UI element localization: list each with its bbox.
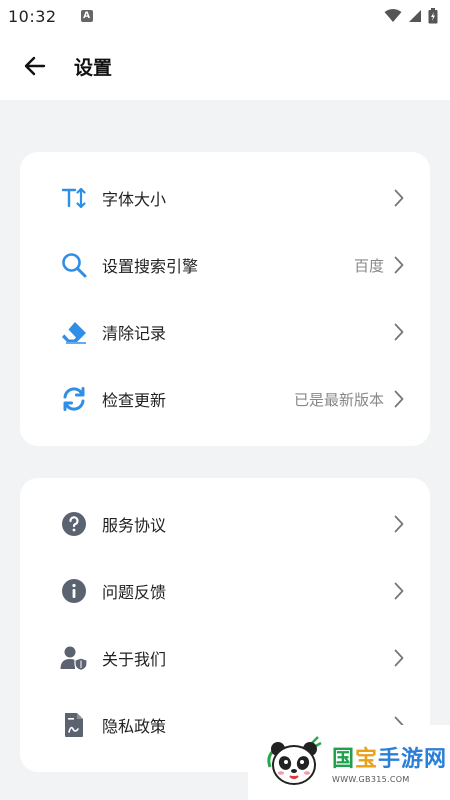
notification-icon: A (80, 10, 93, 22)
chevron-right-icon (392, 255, 406, 275)
watermark-title-part: 国 (332, 747, 356, 772)
about-us-row[interactable]: 关于我们 (20, 625, 430, 691)
page-title: 设置 (74, 56, 113, 79)
watermark-title-part: 宝 (355, 747, 379, 772)
app-bar: 设置 (0, 40, 450, 92)
watermark-title: 国宝手游网 (332, 741, 447, 773)
user-shield-icon (60, 644, 88, 672)
row-label: 检查更新 (102, 391, 167, 410)
row-label: 清除记录 (102, 324, 167, 343)
status-bar: 10:32 A (0, 0, 450, 32)
question-circle-icon (60, 510, 88, 538)
watermark: 国宝手游网 WWW.GB315.COM (248, 725, 450, 800)
status-time: 10:32 (8, 6, 57, 26)
info-circle-icon (60, 577, 88, 605)
chevron-right-icon (392, 322, 406, 342)
watermark-title-part: 手游网 (378, 747, 448, 772)
font-size-icon (60, 184, 88, 212)
check-update-row[interactable]: 检查更新 已是最新版本 (20, 366, 430, 432)
settings-group-general: 字体大小 设置搜索引擎 百度 清除记录 检查更新 已是最新版本 (20, 152, 430, 446)
arrow-left-icon (24, 56, 46, 76)
eraser-icon (60, 318, 88, 346)
status-icons (384, 8, 438, 24)
battery-icon (428, 8, 438, 24)
document-icon (60, 711, 88, 739)
chevron-right-icon (392, 514, 406, 534)
row-label: 字体大小 (102, 190, 167, 209)
clear-history-row[interactable]: 清除记录 (20, 299, 430, 365)
chevron-right-icon (392, 581, 406, 601)
search-engine-row[interactable]: 设置搜索引擎 百度 (20, 232, 430, 298)
row-label: 关于我们 (102, 650, 167, 669)
back-button[interactable] (0, 40, 70, 92)
row-label: 服务协议 (102, 516, 167, 535)
refresh-icon (60, 385, 88, 413)
watermark-url: WWW.GB315.COM (332, 775, 410, 784)
search-icon (60, 251, 88, 279)
row-label: 隐私政策 (102, 717, 167, 736)
font-size-row[interactable]: 字体大小 (20, 165, 430, 231)
chevron-right-icon (392, 648, 406, 668)
feedback-row[interactable]: 问题反馈 (20, 558, 430, 624)
row-value: 已是最新版本 (293, 390, 384, 409)
row-label: 问题反馈 (102, 583, 167, 602)
chevron-right-icon (392, 188, 406, 208)
row-value: 百度 (353, 256, 384, 275)
header-area: 10:32 A 设置 (0, 0, 450, 100)
chevron-right-icon (392, 389, 406, 409)
service-agreement-row[interactable]: 服务协议 (20, 491, 430, 557)
panda-logo-icon (267, 735, 322, 785)
watermark-text: 国宝手游网 WWW.GB315.COM (332, 741, 447, 784)
row-label: 设置搜索引擎 (102, 257, 199, 276)
wifi-icon (384, 9, 402, 22)
signal-icon (409, 10, 421, 22)
